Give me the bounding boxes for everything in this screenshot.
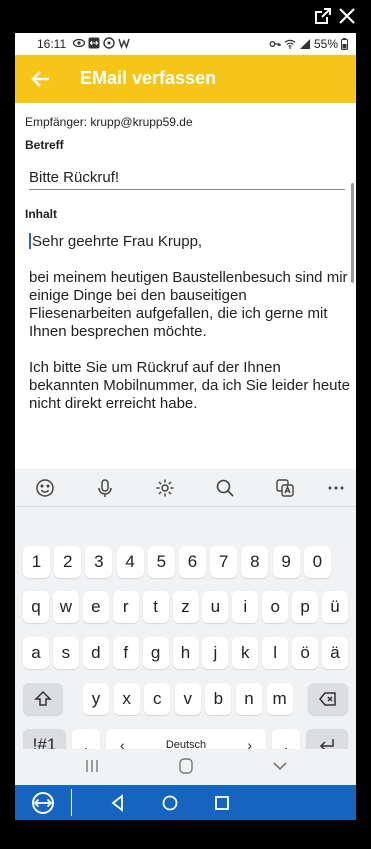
key-x[interactable]: x [113, 683, 140, 715]
key-z[interactable]: z [172, 591, 199, 623]
key-b[interactable]: b [205, 683, 232, 715]
key-h[interactable]: h [172, 637, 199, 669]
body-paragraph: Sehr geehrte Frau Krupp, [32, 233, 203, 250]
back-icon[interactable] [108, 793, 128, 813]
key-u[interactable]: u [202, 591, 229, 623]
key-ä[interactable]: ä [322, 637, 348, 669]
key-7[interactable]: 7 [210, 546, 238, 578]
phone-screen: 16:11 55% EMail verfassen Empfänger: kru… [15, 33, 356, 820]
shift-icon [34, 690, 52, 706]
email-form: Empfänger: krupp@krupp59.de Betreff Bitt… [15, 103, 356, 469]
key-ö[interactable]: ö [292, 637, 319, 669]
key-f[interactable]: f [112, 637, 139, 669]
key-a[interactable]: a [23, 637, 49, 669]
signal-icon [299, 38, 311, 50]
wifi-icon [284, 38, 296, 50]
recent-apps-icon[interactable] [82, 757, 102, 775]
close-icon[interactable] [337, 6, 357, 26]
shift-key[interactable] [23, 683, 63, 715]
key-t[interactable]: t [142, 591, 169, 623]
eye-icon [72, 37, 86, 49]
key-s[interactable]: s [52, 637, 79, 669]
keyboard-hide-icon[interactable] [270, 757, 290, 775]
overview-icon[interactable] [212, 793, 232, 813]
key-2[interactable]: 2 [54, 546, 82, 578]
key-5[interactable]: 5 [147, 546, 175, 578]
subject-label: Betreff [25, 138, 64, 152]
microphone-icon[interactable] [94, 477, 116, 499]
key-6[interactable]: 6 [179, 546, 206, 578]
key-8[interactable]: 8 [241, 546, 269, 578]
body-paragraph: Ich bitte Sie um Rückruf auf der Ihnen b… [29, 359, 351, 412]
remote-control-bar [15, 785, 356, 820]
keyboard-toolbar [15, 469, 356, 507]
key-k[interactable]: k [232, 637, 259, 669]
divider [71, 789, 72, 816]
key-0[interactable]: 0 [303, 546, 331, 578]
w-icon [118, 37, 130, 50]
translate-icon[interactable] [274, 477, 296, 499]
key-c[interactable]: c [144, 683, 171, 715]
teamviewer-status-icon [88, 37, 100, 49]
more-icon[interactable] [325, 477, 347, 499]
status-bar: 16:11 55% [15, 33, 356, 55]
key-v[interactable]: v [174, 683, 201, 715]
recipient-text: Empfänger: krupp@krupp59.de [25, 115, 193, 129]
key-icon [269, 38, 281, 50]
key-4[interactable]: 4 [116, 546, 144, 578]
key-i[interactable]: i [232, 591, 259, 623]
key-w[interactable]: w [52, 591, 79, 623]
key-e[interactable]: e [82, 591, 109, 623]
battery-percent: 55% [313, 37, 338, 51]
key-m[interactable]: m [266, 683, 293, 715]
key-9[interactable]: 9 [272, 546, 300, 578]
key-g[interactable]: g [142, 637, 169, 669]
settings-icon[interactable] [154, 477, 176, 499]
key-3[interactable]: 3 [85, 546, 113, 578]
key-ü[interactable]: ü [322, 591, 348, 623]
key-j[interactable]: j [202, 637, 229, 669]
battery-icon [341, 38, 348, 50]
key-1[interactable]: 1 [23, 546, 50, 578]
sync-icon [103, 37, 115, 49]
key-d[interactable]: d [82, 637, 109, 669]
arrow-left-icon[interactable] [29, 67, 53, 91]
window-frame [0, 0, 371, 30]
key-r[interactable]: r [112, 591, 139, 623]
key-q[interactable]: q [23, 591, 49, 623]
home-circle-icon[interactable] [160, 793, 180, 813]
external-link-icon[interactable] [313, 6, 333, 26]
page-title: EMail verfassen [80, 68, 217, 88]
keyboard: 1 2 3 4 5 6 7 8 9 0 q w e r t z u i o p ü a s d f g h j k l ö ä y x c v b n m!… [15, 469, 356, 785]
text-cursor [29, 233, 31, 249]
home-icon[interactable] [176, 757, 196, 775]
content-input[interactable]: Sehr geehrte Frau Krupp, bei meinem heut… [29, 233, 351, 431]
key-o[interactable]: o [262, 591, 289, 623]
key-p[interactable]: p [292, 591, 319, 623]
key-y[interactable]: y [83, 683, 109, 715]
content-label: Inhalt [25, 207, 57, 221]
status-time: 16:11 [37, 37, 67, 51]
search-icon[interactable] [214, 477, 236, 499]
backspace-key[interactable] [308, 683, 348, 715]
teamviewer-icon[interactable] [31, 791, 55, 815]
scrollbar[interactable] [351, 183, 354, 283]
emoji-icon[interactable] [34, 477, 56, 499]
keyboard-nav-bar [15, 749, 356, 785]
subject-input[interactable]: Bitte Rückruf! [29, 166, 345, 190]
backspace-icon [319, 692, 336, 706]
app-bar: EMail verfassen [15, 55, 356, 103]
body-paragraph: bei meinem heutigen Baustellenbesuch sin… [29, 269, 348, 340]
key-l[interactable]: l [262, 637, 289, 669]
key-n[interactable]: n [236, 683, 262, 715]
